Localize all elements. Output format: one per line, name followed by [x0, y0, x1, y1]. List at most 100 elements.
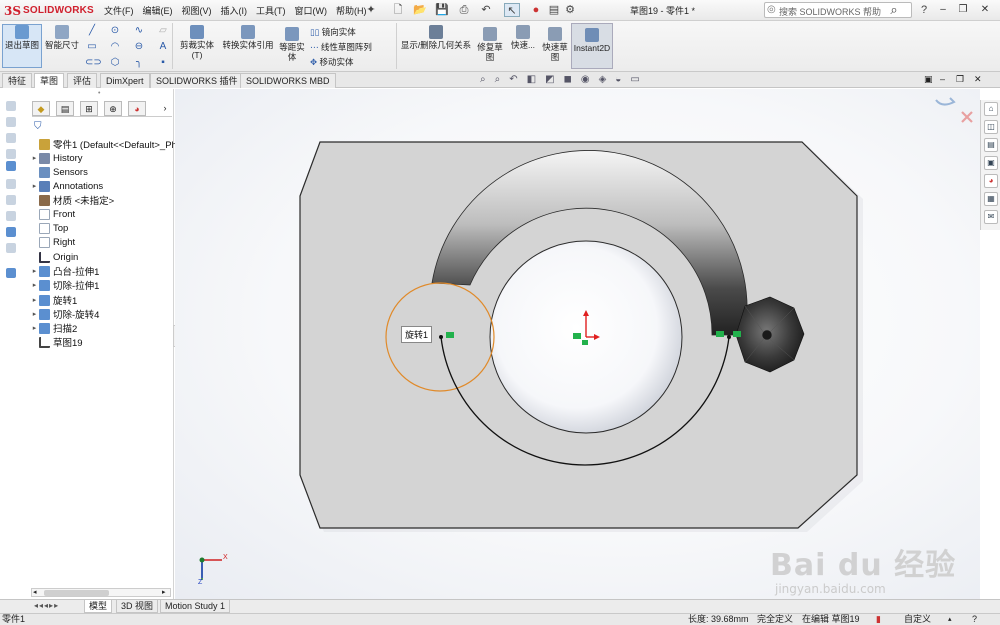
chevron-right-icon[interactable]: ›: [156, 101, 174, 116]
minimize-icon[interactable]: –: [936, 3, 950, 17]
repair-sketch-button[interactable]: 修复草图: [476, 27, 504, 62]
tree-item-sketch19[interactable]: 草图19: [30, 335, 83, 349]
expand-arrow-icon[interactable]: ▸: [30, 281, 39, 289]
menu-edit[interactable]: 编辑(E): [143, 4, 173, 17]
feature-manager-tab-icon[interactable]: ◆: [32, 101, 50, 116]
side-tool-icon[interactable]: [6, 149, 16, 159]
restore-icon[interactable]: ❐: [956, 3, 970, 17]
side-tool-icon[interactable]: [6, 227, 16, 237]
line-icon[interactable]: ╱: [85, 25, 99, 37]
chevron-up-icon[interactable]: ▴: [948, 614, 952, 625]
design-library-icon[interactable]: ▤: [984, 138, 998, 152]
side-tool-icon[interactable]: [6, 211, 16, 221]
options-gear-icon[interactable]: ⚙: [562, 3, 578, 17]
rapid-sketch-button[interactable]: 快速草图: [541, 27, 569, 62]
forum-icon[interactable]: ✉: [984, 210, 998, 224]
panel-grip-icon[interactable]: •: [98, 90, 100, 97]
tree-item-history[interactable]: ▸ History: [30, 151, 83, 165]
display-manager-tab-icon[interactable]: ◕: [128, 101, 146, 116]
expand-arrow-icon[interactable]: ▸: [30, 154, 39, 162]
tab-solidworks-mbd[interactable]: SOLIDWORKS MBD: [240, 73, 336, 88]
close-icon[interactable]: ✕: [978, 3, 992, 17]
tab-dimxpert[interactable]: DimXpert: [100, 73, 150, 88]
open-file-icon[interactable]: 📂: [412, 3, 428, 17]
tree-item-right-plane[interactable]: Right: [30, 235, 75, 249]
doc-close-icon[interactable]: ✕: [974, 74, 982, 85]
tree-item-part[interactable]: 零件1 (Default<<Default>_Ph: [30, 137, 177, 151]
instant2d-button[interactable]: Instant2D: [571, 23, 613, 69]
expand-arrow-icon[interactable]: ▸: [30, 310, 39, 318]
tree-item-cut-extrude1[interactable]: ▸ 切除-拉伸1: [30, 278, 99, 292]
circle-icon[interactable]: ⊙: [108, 25, 122, 37]
scroll-right-icon[interactable]: ▸: [162, 588, 166, 596]
tab-model[interactable]: 模型: [84, 600, 113, 613]
tree-item-top-plane[interactable]: Top: [30, 221, 68, 235]
offset-entities-button[interactable]: 等距实体: [278, 27, 306, 62]
side-tool-icon[interactable]: [6, 133, 16, 143]
exit-sketch-button[interactable]: 退出草图: [2, 24, 42, 68]
sketch-endpoint[interactable]: [439, 335, 443, 339]
tree-item-revolve1[interactable]: ▸ 旋转1: [30, 293, 77, 307]
tab-scroll-arrows-icon[interactable]: ◂◂◂▸▸: [34, 601, 59, 610]
tab-sketch[interactable]: 草图: [34, 73, 65, 88]
tree-item-annotations[interactable]: ▸ Annotations: [30, 179, 103, 193]
tree-item-origin[interactable]: Origin: [30, 250, 78, 264]
surface-icon[interactable]: ▱: [156, 25, 170, 37]
menu-file[interactable]: 文件(F): [104, 4, 134, 17]
confirm-check-icon[interactable]: [935, 97, 956, 106]
linear-pattern-button[interactable]: ⋯ 线性草图阵列: [310, 41, 372, 53]
relation-marker[interactable]: [733, 331, 741, 337]
zoom-to-fit-icon[interactable]: ⌕: [480, 74, 486, 85]
view-orientation-icon[interactable]: ◩: [545, 74, 554, 85]
menu-view[interactable]: 视图(V): [182, 4, 212, 17]
save-icon[interactable]: 💾: [434, 3, 450, 17]
tab-solidworks-addins[interactable]: SOLIDWORKS 插件: [150, 73, 244, 88]
model-viewport[interactable]: [175, 89, 980, 599]
display-relations-button[interactable]: 显示/删除几何关系: [400, 25, 472, 50]
help-question-icon[interactable]: ?: [916, 3, 932, 17]
arc-icon[interactable]: ◠: [108, 41, 122, 53]
fillet-icon[interactable]: ╮: [132, 57, 146, 69]
custom-properties-icon[interactable]: ▦: [984, 192, 998, 206]
scroll-left-icon[interactable]: ◂: [33, 588, 37, 596]
expand-arrow-icon[interactable]: ▸: [30, 267, 39, 275]
side-tool-icon[interactable]: [6, 195, 16, 205]
side-tool-icon[interactable]: [6, 243, 16, 253]
configuration-manager-tab-icon[interactable]: ⊞: [80, 101, 98, 116]
tree-item-sweep2[interactable]: ▸ 扫描2: [30, 321, 77, 335]
convert-entities-button[interactable]: 转换实体引用: [222, 25, 274, 50]
cancel-x-icon[interactable]: [961, 111, 973, 123]
tab-motion-study[interactable]: Motion Study 1: [160, 600, 231, 613]
relation-marker[interactable]: [582, 340, 588, 345]
tab-evaluate[interactable]: 评估: [67, 73, 98, 88]
units-selector[interactable]: 自定义: [904, 614, 931, 625]
tree-item-boss-extrude1[interactable]: ▸ 凸台-拉伸1: [30, 264, 99, 278]
zoom-area-icon[interactable]: ⌕: [495, 74, 501, 85]
home-icon[interactable]: ⌂: [984, 102, 998, 116]
edit-appearance-icon[interactable]: ◈: [599, 74, 607, 85]
smart-dimension-button[interactable]: 智能尺寸: [44, 25, 80, 50]
dimxpert-manager-tab-icon[interactable]: ⊕: [104, 101, 122, 116]
solidworks-logo[interactable]: 3S SOLIDWORKS: [4, 2, 96, 19]
relation-marker[interactable]: [446, 332, 454, 338]
relation-marker[interactable]: [716, 331, 724, 337]
relation-marker[interactable]: [573, 333, 581, 339]
move-entities-button[interactable]: ✥ 移动实体: [310, 56, 354, 68]
tab-features[interactable]: 特征: [2, 73, 33, 88]
file-properties-icon[interactable]: ▤: [546, 3, 562, 17]
menu-insert[interactable]: 插入(I): [221, 4, 248, 17]
menu-window[interactable]: 窗口(W): [295, 4, 328, 17]
property-manager-tab-icon[interactable]: ▤: [56, 101, 74, 116]
doc-restore-icon[interactable]: ❐: [956, 74, 964, 85]
resources-icon[interactable]: ◫: [984, 120, 998, 134]
view-settings-icon[interactable]: ▭: [630, 74, 639, 85]
panel-toggle-icon[interactable]: ▣: [924, 74, 933, 85]
hide-show-icon[interactable]: ◉: [581, 74, 590, 85]
ellipse-icon[interactable]: ⊖: [132, 41, 146, 53]
expand-arrow-icon[interactable]: ▸: [30, 182, 39, 190]
text-icon[interactable]: A: [156, 41, 170, 53]
tree-item-sensors[interactable]: Sensors: [30, 165, 88, 179]
scrollbar-thumb[interactable]: [44, 590, 109, 596]
rectangle-icon[interactable]: ▭: [85, 41, 99, 53]
file-explorer-icon[interactable]: ▣: [984, 156, 998, 170]
